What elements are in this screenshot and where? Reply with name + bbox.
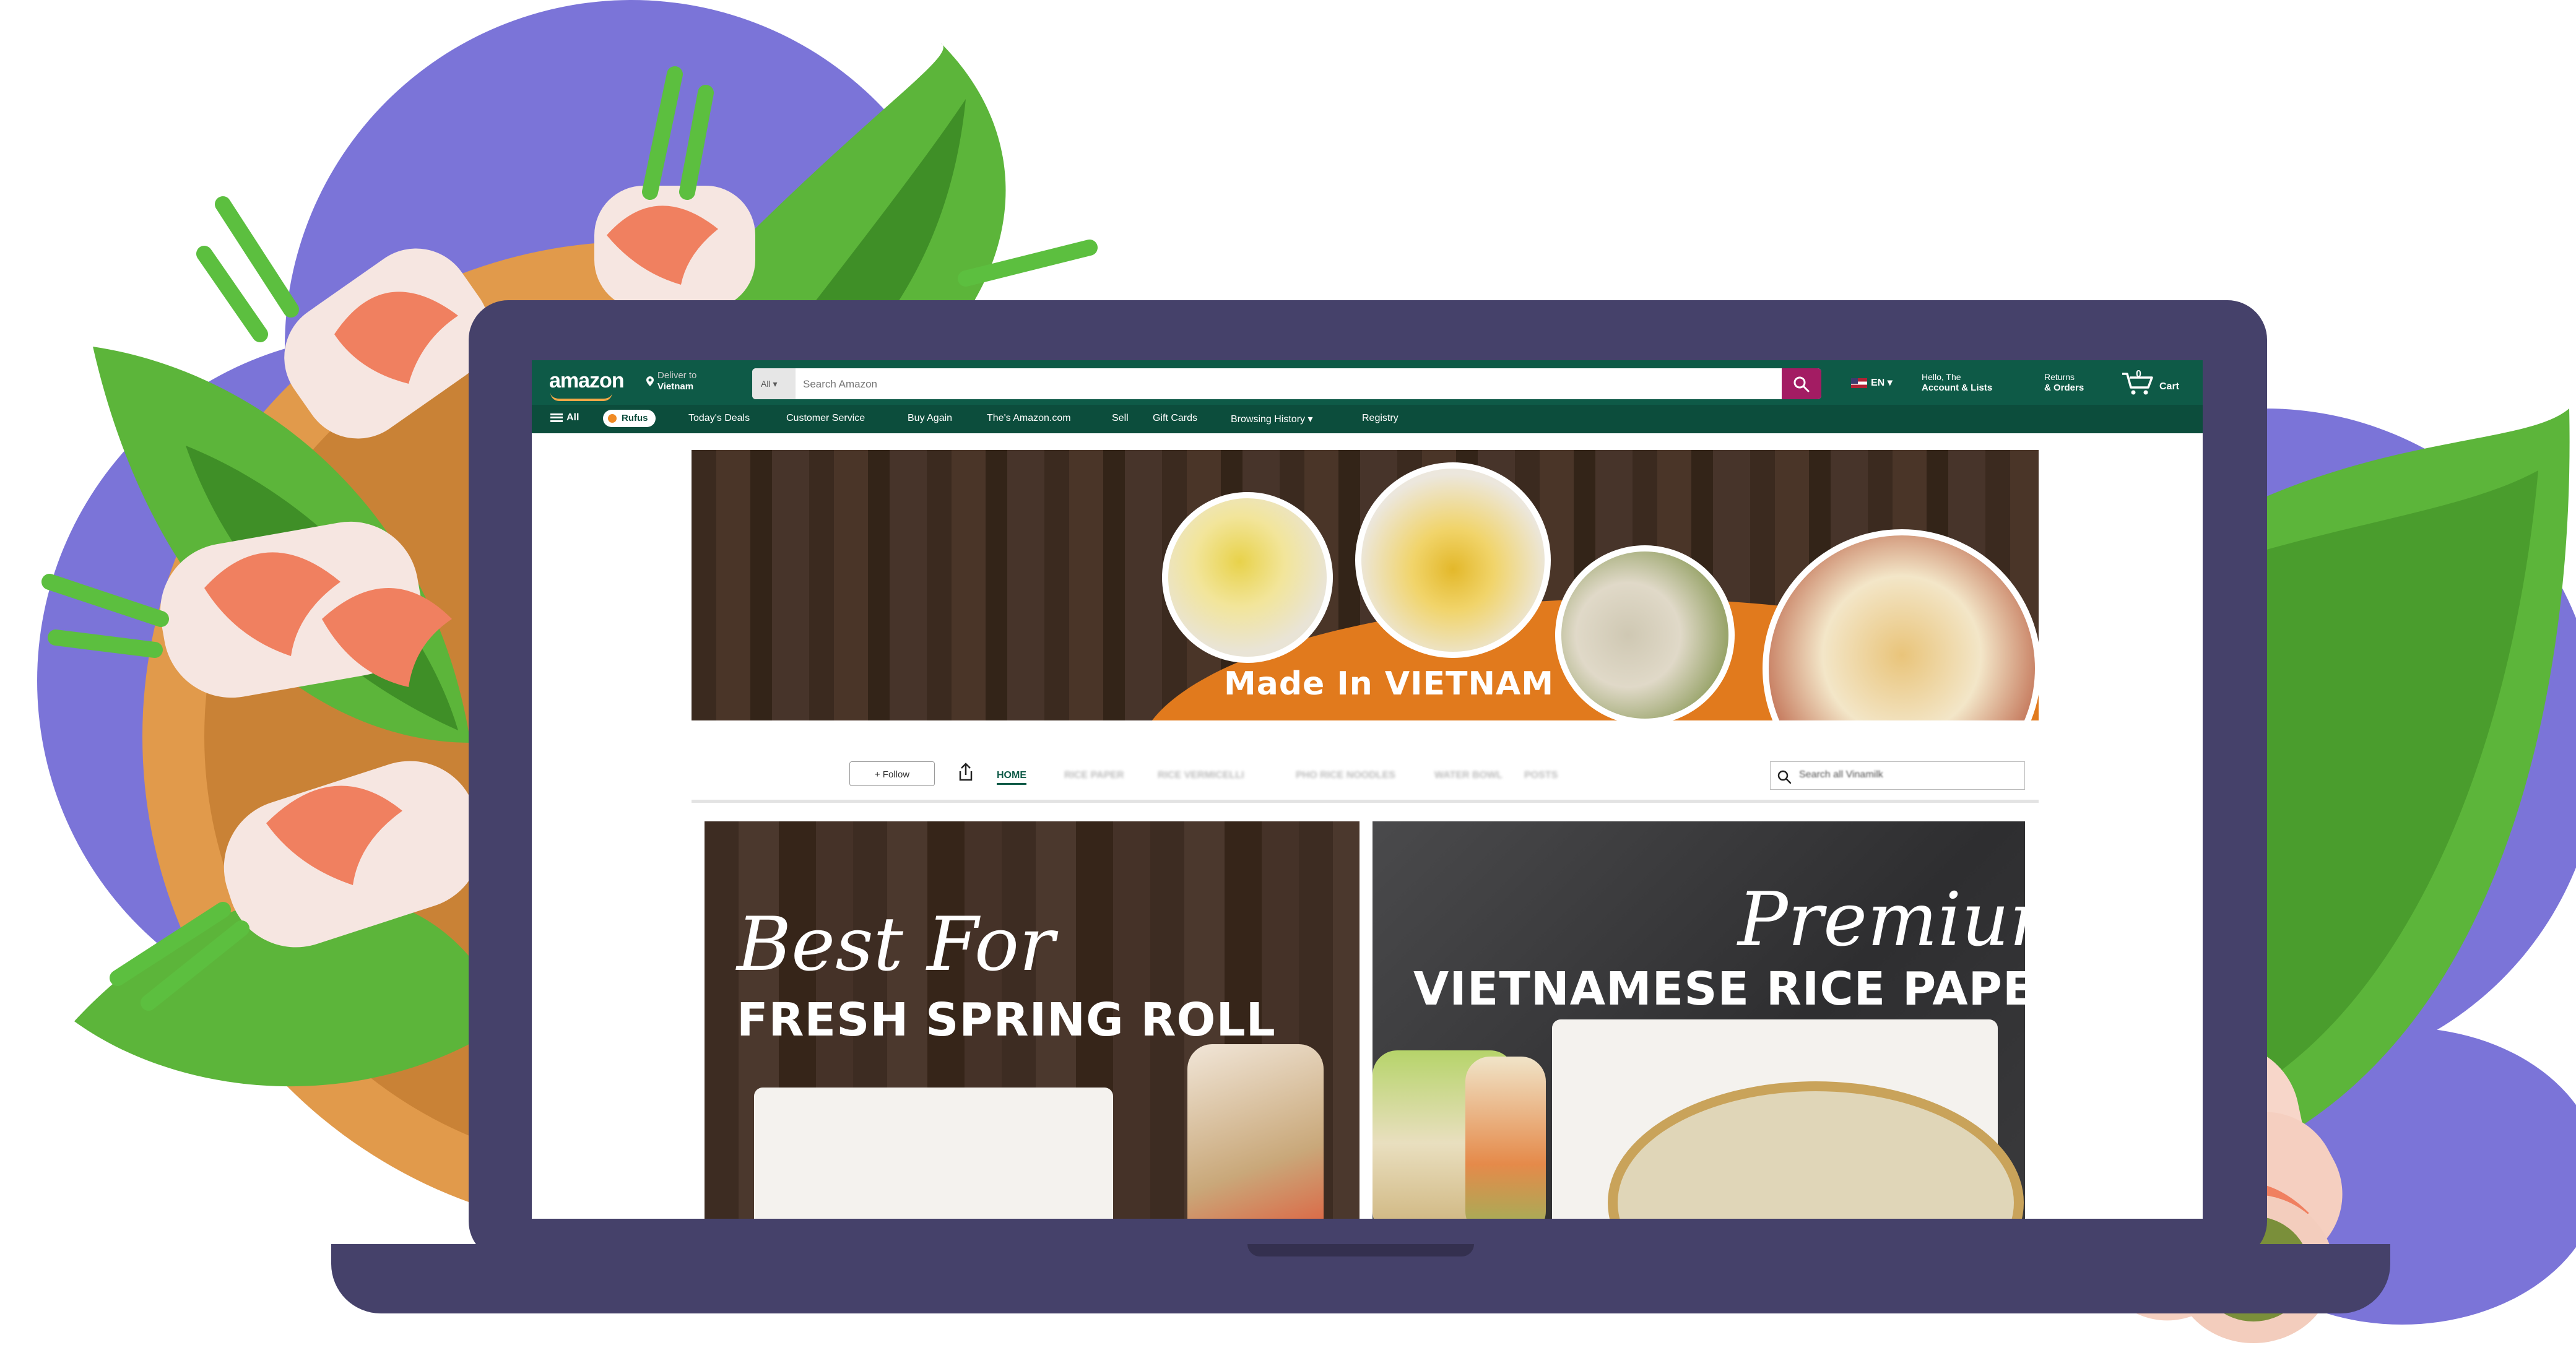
made-in-vietnam-tagline: Made In VIETNAM: [1224, 665, 1554, 703]
cart-label: Cart: [2159, 381, 2180, 392]
language-label: EN: [1871, 378, 1885, 388]
tab-pho-rice-noodles[interactable]: PHO RICE NOODLES: [1296, 770, 1395, 781]
laptop-screen: amazon Deliver to Vietnam All ▾ EN ▾ Hel…: [532, 360, 2203, 1219]
tab-water-bowl[interactable]: WATER BOWL: [1434, 770, 1503, 781]
nav-customer-service[interactable]: Customer Service: [786, 413, 865, 424]
hamburger-icon: [550, 413, 563, 422]
search-icon: [1793, 376, 1810, 392]
all-menu-label: All: [566, 412, 579, 423]
account-greeting: Hello, The: [1922, 372, 1961, 382]
nav-registry[interactable]: Registry: [1362, 413, 1399, 424]
share-icon[interactable]: [958, 763, 974, 782]
chevron-down-icon: ▾: [1887, 378, 1893, 388]
all-menu-button[interactable]: All: [550, 412, 579, 423]
amazon-logo[interactable]: amazon: [549, 369, 625, 393]
amazon-logo-smile-icon: [550, 392, 612, 401]
tab-home[interactable]: HOME: [997, 770, 1026, 785]
tab-rice-paper[interactable]: RICE PAPER: [1064, 770, 1124, 781]
search-icon: [1777, 770, 1792, 784]
account-lists-label: Account & Lists: [1922, 383, 1993, 393]
tile-headline: VIETNAMESE RICE PAPER: [1413, 962, 2025, 1016]
promo-tile-spring-roll[interactable]: Best For FRESH SPRING ROLL: [705, 821, 1360, 1219]
deliver-country: Vietnam: [657, 381, 694, 392]
orders-label: & Orders: [2044, 383, 2084, 393]
tile-script-heading: Premium: [1738, 877, 2025, 963]
tab-posts[interactable]: POSTS: [1524, 770, 1558, 781]
spring-roll-image: [1187, 1044, 1324, 1219]
search-category-label: All: [761, 379, 771, 389]
laptop-notch: [1247, 1244, 1474, 1256]
us-flag-icon: [1851, 378, 1867, 388]
tab-rice-vermicelli[interactable]: RICE VERMICELLI: [1158, 770, 1244, 781]
search-button[interactable]: [1782, 368, 1821, 399]
rice-paper-packet-image: [754, 1088, 1113, 1219]
nav-amazon-com[interactable]: The's Amazon.com: [987, 413, 1071, 424]
product-photo-circle: [1555, 545, 1735, 720]
store-navigation: + Follow HOME RICE PAPER RICE VERMICELLI…: [692, 756, 2039, 803]
promo-tile-rice-paper[interactable]: Premium VIETNAMESE RICE PAPER: [1373, 821, 2025, 1219]
location-pin-icon: [646, 376, 654, 386]
rufus-button[interactable]: Rufus: [603, 410, 656, 427]
cart-count: 0: [2136, 369, 2141, 379]
amazon-header: amazon Deliver to Vietnam All ▾ EN ▾ Hel…: [532, 360, 2203, 405]
account-menu[interactable]: Hello, The Account & Lists: [1922, 371, 1992, 394]
search-input[interactable]: [802, 368, 1758, 399]
product-photo-circle: [1162, 492, 1333, 663]
language-selector[interactable]: EN ▾: [1851, 376, 1893, 389]
store-search-placeholder: Search all Vinamilk: [1799, 769, 1883, 780]
rufus-label: Rufus: [622, 413, 648, 423]
nav-browsing-history[interactable]: Browsing History ▾: [1231, 413, 1313, 425]
nav-gift-cards[interactable]: Gift Cards: [1153, 413, 1197, 424]
nav-todays-deals[interactable]: Today's Deals: [688, 413, 750, 424]
chevron-down-icon: ▾: [773, 379, 778, 389]
deliver-label: Deliver to: [657, 370, 697, 381]
nav-buy-again[interactable]: Buy Again: [908, 413, 952, 424]
deliver-to-location[interactable]: Deliver to Vietnam: [646, 370, 697, 392]
chevron-down-icon: ▾: [1308, 414, 1313, 425]
follow-button[interactable]: + Follow: [849, 761, 935, 786]
search-category-dropdown[interactable]: All ▾: [752, 368, 796, 399]
browsing-history-label: Browsing History: [1231, 414, 1306, 425]
laptop-base: [331, 1244, 2390, 1313]
tile-headline: FRESH SPRING ROLL: [737, 993, 1276, 1047]
amazon-subnav: All Rufus Today's Deals Customer Service…: [532, 405, 2203, 433]
search-bar: All ▾: [752, 368, 1821, 399]
returns-label: Returns: [2044, 372, 2075, 382]
store-search-input[interactable]: Search all Vinamilk: [1770, 761, 2025, 790]
rufus-icon: [608, 414, 617, 423]
tile-script-heading: Best For: [737, 902, 1055, 988]
store-hero-banner: Made In VIETNAM: [692, 450, 2039, 720]
returns-orders-link[interactable]: Returns & Orders: [2044, 371, 2084, 394]
product-photo-circle: [1355, 462, 1551, 658]
spring-roll-image: [1465, 1057, 1546, 1219]
nav-sell[interactable]: Sell: [1112, 413, 1129, 424]
